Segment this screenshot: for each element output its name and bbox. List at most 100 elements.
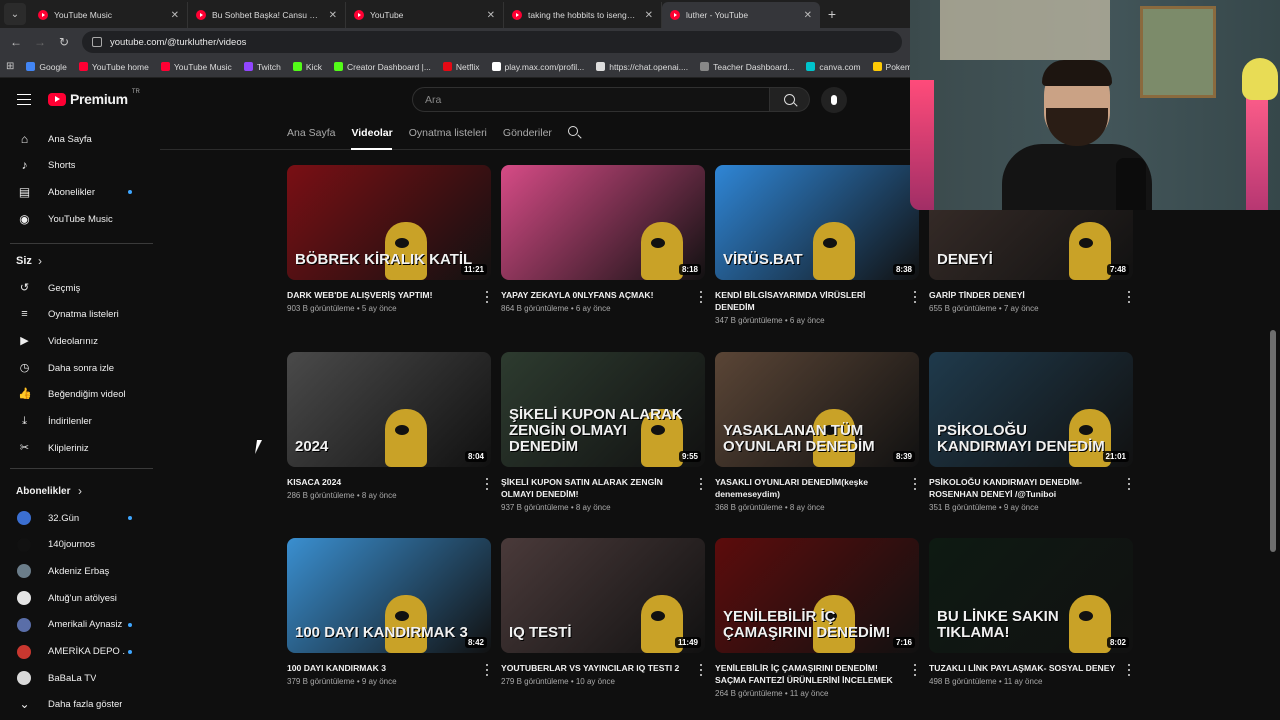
tab-search-icon[interactable]: ⌄	[4, 3, 26, 25]
sidebar-item[interactable]: ≡ Oynatma listeleri	[0, 302, 150, 328]
video-thumbnail[interactable]: 8:18	[501, 165, 705, 280]
channel-search-icon[interactable]	[567, 126, 578, 139]
search-input[interactable]: Ara	[412, 87, 770, 112]
more-actions-icon[interactable]	[485, 291, 489, 303]
more-actions-icon[interactable]	[913, 664, 917, 676]
bookmark-item[interactable]: canva.com	[806, 62, 861, 72]
show-more-button[interactable]: ⌄ Daha fazla göster	[0, 692, 150, 718]
sidebar-item[interactable]: ◉ YouTube Music	[0, 206, 150, 232]
subscription-channel[interactable]: 32.Gün	[0, 505, 150, 531]
video-card[interactable]: YENİLEBİLİR İÇ ÇAMAŞIRINI DENEDİM! 7:16 YE…	[715, 538, 919, 698]
more-actions-icon[interactable]	[913, 478, 917, 490]
voice-search-button[interactable]	[821, 87, 847, 113]
you-section-heading[interactable]: Siz	[16, 255, 32, 267]
browser-tab[interactable]: luther - YouTube ✕	[662, 2, 820, 28]
sidebar-item[interactable]: ✂ Klipleriniz	[0, 435, 150, 461]
subscription-channel[interactable]: Altuğ'un atölyesi	[0, 585, 150, 611]
video-thumbnail[interactable]: YASAKLANAN TÜM OYUNLARI DENEDİM 8:39	[715, 352, 919, 467]
sidebar-item[interactable]: ◷ Daha sonra izle	[0, 355, 150, 381]
video-thumbnail[interactable]: ŞİKELİ KUPON ALARAK ZENGİN OLMAYI DENEDİ…	[501, 352, 705, 467]
video-title[interactable]: YENİLEBİLİR İÇ ÇAMAŞIRINI DENEDİM! SAÇMA…	[715, 662, 919, 686]
more-actions-icon[interactable]	[1127, 291, 1131, 303]
video-title[interactable]: KENDİ BİLGİSAYARIMDA VİRÜSLERİ DENEDİM	[715, 289, 919, 313]
youtube-premium-logo[interactable]: Premium TR	[48, 89, 140, 107]
close-tab-icon[interactable]: ✕	[171, 10, 179, 21]
subscription-channel[interactable]: BaBaLa TV	[0, 665, 150, 691]
subscription-channel[interactable]: Amerikali Aynasiz	[0, 612, 150, 638]
new-tab-button[interactable]: +	[820, 2, 844, 26]
video-title[interactable]: YOUTUBERLAR VS YAYINCILAR IQ TESTI 2	[501, 662, 705, 674]
video-thumbnail[interactable]: PSİKOLOĞU KANDIRMAYI DENEDİM 21:01	[929, 352, 1133, 467]
sidebar-item[interactable]: ⤓ İndirilenler	[0, 409, 150, 435]
subscriptions-heading[interactable]: Abonelikler	[16, 486, 70, 497]
video-title[interactable]: GARİP TİNDER DENEYİ	[929, 289, 1133, 301]
close-tab-icon[interactable]: ✕	[487, 10, 495, 21]
page-scrollbar[interactable]	[1270, 330, 1276, 552]
site-info-icon[interactable]	[92, 37, 102, 47]
subscription-channel[interactable]: AMERİKA DEPO ...	[0, 639, 150, 665]
video-card[interactable]: VİRÜS.BAT 8:38 KENDİ BİLGİSAYARIMDA VİRÜSL…	[715, 165, 919, 325]
close-tab-icon[interactable]: ✕	[645, 10, 653, 21]
video-title[interactable]: YASAKLI OYUNLARI DENEDİM(keşke denemesey…	[715, 476, 919, 500]
video-thumbnail[interactable]: IQ TESTİ 11:49	[501, 538, 705, 653]
video-title[interactable]: 100 DAYI KANDIRMAK 3	[287, 662, 491, 674]
search-button[interactable]	[770, 87, 810, 112]
forward-icon[interactable]: →	[28, 35, 52, 49]
sidebar-item[interactable]: ↺ Geçmiş	[0, 275, 150, 301]
video-title[interactable]: ŞİKELİ KUPON SATIN ALARAK ZENGİN OLMAYI …	[501, 476, 705, 500]
reload-icon[interactable]: ↻	[52, 35, 76, 49]
more-actions-icon[interactable]	[913, 291, 917, 303]
more-actions-icon[interactable]	[1127, 664, 1131, 676]
more-actions-icon[interactable]	[485, 478, 489, 490]
bookmark-item[interactable]: https://chat.openai....	[596, 62, 688, 72]
bookmark-item[interactable]: Netflix	[442, 62, 480, 72]
subscription-channel[interactable]: 140journos	[0, 532, 150, 558]
browser-tab[interactable]: taking the hobbits to isengard ✕	[504, 2, 662, 28]
bookmark-item[interactable]: Kick	[292, 62, 322, 72]
bookmark-item[interactable]: YouTube home	[78, 62, 149, 72]
video-thumbnail[interactable]: 2024 8:04	[287, 352, 491, 467]
browser-tab[interactable]: YouTube Music ✕	[30, 2, 188, 28]
close-tab-icon[interactable]: ✕	[804, 10, 812, 21]
channel-tab[interactable]: Gönderiler	[503, 127, 552, 139]
sidebar-item[interactable]: ♪ Shorts	[0, 153, 150, 179]
video-card[interactable]: ŞİKELİ KUPON ALARAK ZENGİN OLMAYI DENEDİ…	[501, 352, 705, 512]
bookmark-item[interactable]: Teacher Dashboard...	[700, 62, 794, 72]
channel-tab[interactable]: Oynatma listeleri	[409, 127, 487, 139]
sidebar-item[interactable]: ▶ Videolarınız	[0, 328, 150, 354]
close-tab-icon[interactable]: ✕	[329, 10, 337, 21]
channel-tab[interactable]: Ana Sayfa	[287, 127, 335, 139]
video-card[interactable]: 2024 8:04 KISACA 2024 286 B görüntüleme • 8…	[287, 352, 491, 500]
video-title[interactable]: YAPAY ZEKAYLA 0NLYFANS AÇMAK!	[501, 289, 705, 301]
video-card[interactable]: PSİKOLOĞU KANDIRMAYI DENEDİM 21:01 PSİKOLO…	[929, 352, 1133, 512]
more-actions-icon[interactable]	[1127, 478, 1131, 490]
video-card[interactable]: BÖBREK KİRALIK KATİL 11:21 DARK WEB'DE ALI…	[287, 165, 491, 313]
sidebar-item[interactable]: ▤ Abonelikler	[0, 179, 150, 205]
sidebar-item[interactable]: 👍 Beğendiğim videolar	[0, 382, 150, 408]
video-thumbnail[interactable]: 100 DAYI KANDIRMAK 3 8:42	[287, 538, 491, 653]
back-icon[interactable]: ←	[4, 35, 28, 49]
bookmark-item[interactable]: YouTube Music	[160, 62, 232, 72]
subscription-channel[interactable]: Akdeniz Erbaş	[0, 558, 150, 584]
browser-tab[interactable]: YouTube ✕	[346, 2, 504, 28]
video-thumbnail[interactable]: BU LİNKE SAKIN TIKLAMA! 8:02	[929, 538, 1133, 653]
video-title[interactable]: TUZAKLI LİNK PAYLAŞMAK- SOSYAL DENEY	[929, 662, 1133, 674]
apps-icon[interactable]: ⊞	[6, 61, 14, 72]
video-card[interactable]: 100 DAYI KANDIRMAK 3 8:42 100 DAYI KANDIRM…	[287, 538, 491, 686]
video-card[interactable]: YASAKLANAN TÜM OYUNLARI DENEDİM 8:39 YASAK…	[715, 352, 919, 512]
video-title[interactable]: PSİKOLOĞU KANDIRMAYI DENEDİM-ROSENHAN DE…	[929, 476, 1133, 500]
bookmark-item[interactable]: play.max.com/profil...	[491, 62, 584, 72]
menu-icon[interactable]	[17, 94, 31, 105]
video-card[interactable]: IQ TESTİ 11:49 YOUTUBERLAR VS YAYINCILAR I…	[501, 538, 705, 686]
browser-tab[interactable]: Bu Sohbet Başka! Cansu Canan ✕	[188, 2, 346, 28]
more-actions-icon[interactable]	[485, 664, 489, 676]
sidebar-item[interactable]: ⌂ Ana Sayfa	[0, 126, 150, 152]
channel-tab[interactable]: Videolar	[351, 127, 392, 139]
video-thumbnail[interactable]: VİRÜS.BAT 8:38	[715, 165, 919, 280]
more-actions-icon[interactable]	[699, 291, 703, 303]
more-actions-icon[interactable]	[699, 478, 703, 490]
video-card[interactable]: 8:18 YAPAY ZEKAYLA 0NLYFANS AÇMAK! 864 B g…	[501, 165, 705, 313]
video-card[interactable]: BU LİNKE SAKIN TIKLAMA! 8:02 TUZAKLI LİNK …	[929, 538, 1133, 686]
bookmark-item[interactable]: Google	[26, 62, 67, 72]
more-actions-icon[interactable]	[699, 664, 703, 676]
